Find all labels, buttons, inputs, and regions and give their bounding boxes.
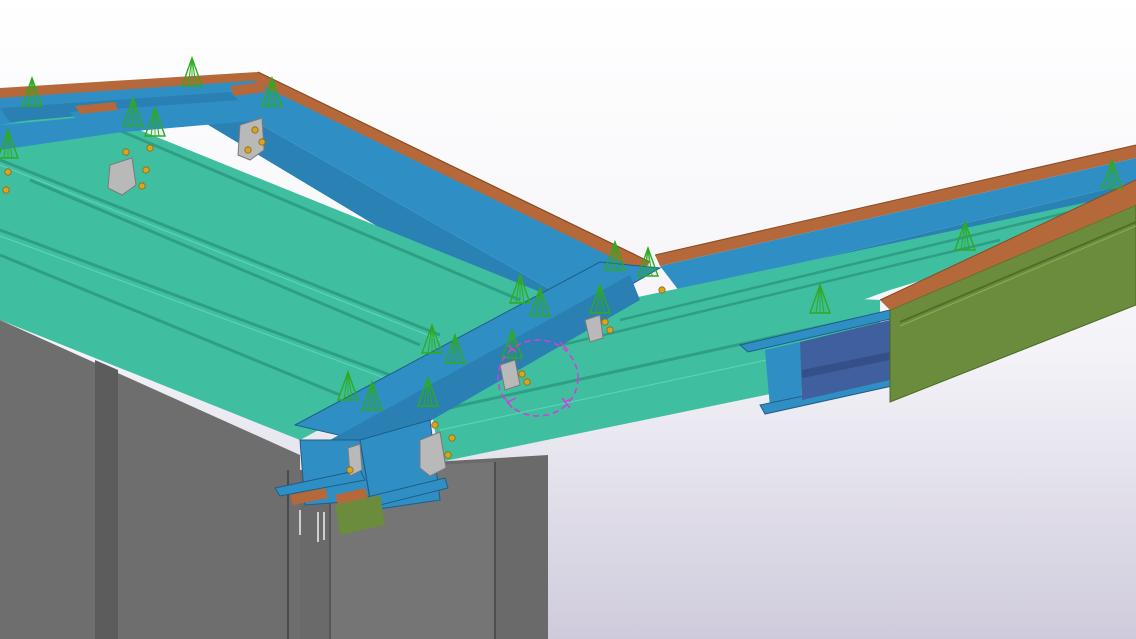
bolt-icon[interactable] bbox=[658, 286, 666, 294]
column-flange-strip[interactable] bbox=[95, 360, 118, 639]
bolt-icon[interactable] bbox=[138, 182, 146, 190]
bolt-icon[interactable] bbox=[448, 434, 456, 442]
bolt-icon[interactable] bbox=[601, 318, 609, 326]
bolt-icon[interactable] bbox=[142, 166, 150, 174]
bolt-icon[interactable] bbox=[4, 168, 12, 176]
bolt-icon[interactable] bbox=[431, 421, 439, 429]
model-scene[interactable] bbox=[0, 0, 1136, 639]
bolt-icon[interactable] bbox=[606, 326, 614, 334]
bolt-icon[interactable] bbox=[346, 466, 354, 474]
bolt-icon[interactable] bbox=[244, 146, 252, 154]
bolt-icon[interactable] bbox=[523, 378, 531, 386]
bolt-icon[interactable] bbox=[122, 148, 130, 156]
bolt-icon[interactable] bbox=[444, 451, 452, 459]
bolt-icon[interactable] bbox=[258, 138, 266, 146]
bolt-icon[interactable] bbox=[146, 144, 154, 152]
bolt-icon[interactable] bbox=[251, 126, 259, 134]
bolt-icon[interactable] bbox=[518, 370, 526, 378]
bolt-icon[interactable] bbox=[2, 186, 10, 194]
model-3d-viewport[interactable] bbox=[0, 0, 1136, 639]
